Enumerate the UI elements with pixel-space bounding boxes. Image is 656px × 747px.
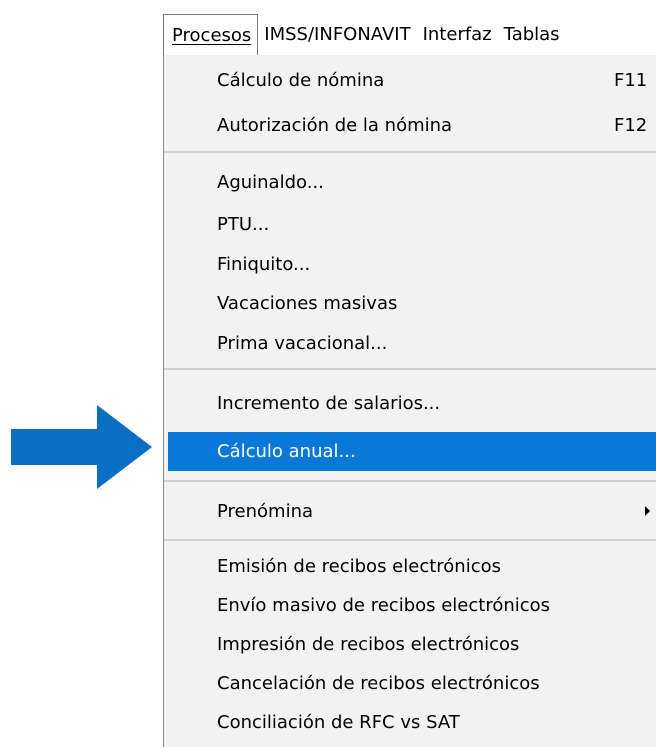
menu-procesos-label: Procesos xyxy=(172,25,252,46)
menu-item-label: Autorización de la nómina xyxy=(217,115,453,136)
menu-item-label: Emisión de recibos electrónicos xyxy=(217,556,501,577)
procesos-dropdown: Cálculo de nómina F11 Autorización de la… xyxy=(163,55,656,747)
menu-interfaz[interactable]: Interfaz xyxy=(417,14,498,55)
menu-item-label: Impresión de recibos electrónicos xyxy=(217,634,520,655)
menu-item-emision-recibos[interactable]: Emisión de recibos electrónicos xyxy=(164,547,656,586)
menu-item-label: Incremento de salarios... xyxy=(217,393,441,414)
menu-item-shortcut: F12 xyxy=(614,115,648,136)
menu-separator xyxy=(164,368,656,370)
menu-imss-infonavit[interactable]: IMSS/INFONAVIT xyxy=(258,14,416,55)
menu-item-ptu[interactable]: PTU... xyxy=(164,205,656,244)
menu-tablas[interactable]: Tablas xyxy=(498,14,566,55)
menu-separator xyxy=(164,480,656,482)
menu-item-incremento-salarios[interactable]: Incremento de salarios... xyxy=(164,384,656,423)
menu-item-shortcut: F11 xyxy=(614,70,648,91)
menu-item-prenomina[interactable]: Prenómina xyxy=(164,492,656,531)
menu-item-conciliacion-rfc[interactable]: Conciliación de RFC vs SAT xyxy=(164,703,656,742)
menu-item-label: PTU... xyxy=(217,214,270,235)
menu-item-autorizacion-nomina[interactable]: Autorización de la nómina F12 xyxy=(164,106,656,145)
menu-imss-infonavit-label: IMSS/INFONAVIT xyxy=(264,24,411,45)
menu-item-label: Envío masivo de recibos electrónicos xyxy=(217,595,551,616)
menu-item-label: Cálculo de nómina xyxy=(217,70,385,91)
menu-item-finiquito[interactable]: Finiquito... xyxy=(164,245,656,284)
menu-separator xyxy=(164,539,656,541)
menu-item-label: Vacaciones masivas xyxy=(217,293,398,314)
menu-item-label: Conciliación de RFC vs SAT xyxy=(217,712,460,733)
menu-procesos[interactable]: Procesos xyxy=(163,14,259,55)
menu-item-calculo-nomina[interactable]: Cálculo de nómina F11 xyxy=(164,61,656,100)
menu-item-envio-masivo-recibos[interactable]: Envío masivo de recibos electrónicos xyxy=(164,586,656,625)
menu-item-label: Prenómina xyxy=(217,501,314,522)
menu-item-calculo-anual[interactable]: Cálculo anual... xyxy=(168,432,656,471)
submenu-arrow-icon xyxy=(645,506,650,516)
menu-item-label: Cálculo anual... xyxy=(217,441,356,462)
arrow-right-icon xyxy=(11,405,152,489)
menu-item-prima-vacacional[interactable]: Prima vacacional... xyxy=(164,324,656,363)
menu-item-cancelacion-recibos[interactable]: Cancelación de recibos electrónicos xyxy=(164,664,656,703)
menu-separator xyxy=(164,151,656,153)
menu-tablas-label: Tablas xyxy=(503,24,560,45)
menu-item-label: Finiquito... xyxy=(217,254,311,275)
menu-interfaz-label: Interfaz xyxy=(422,24,492,45)
menu-bar: Procesos IMSS/INFONAVIT Interfaz Tablas xyxy=(163,14,656,55)
menu-item-label: Aguinaldo... xyxy=(217,172,324,193)
menu-item-label: Prima vacacional... xyxy=(217,333,388,354)
menu-item-vacaciones-masivas[interactable]: Vacaciones masivas xyxy=(164,284,656,323)
menu-item-label: Cancelación de recibos electrónicos xyxy=(217,673,540,694)
menu-item-aguinaldo[interactable]: Aguinaldo... xyxy=(164,163,656,202)
menu-item-impresion-recibos[interactable]: Impresión de recibos electrónicos xyxy=(164,625,656,664)
